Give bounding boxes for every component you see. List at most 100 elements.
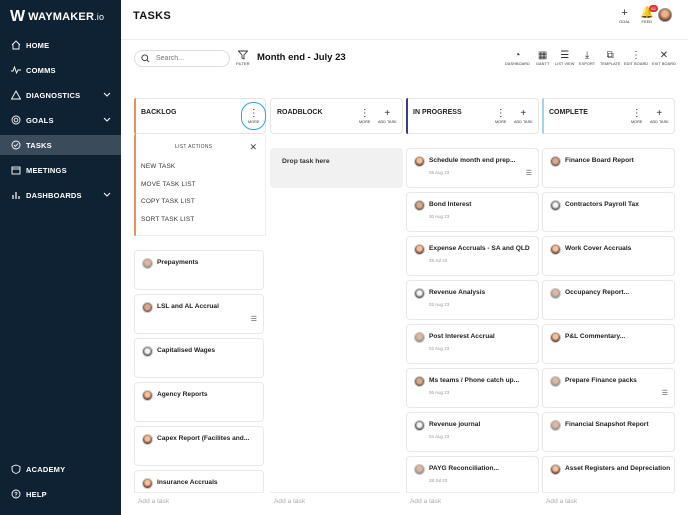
avatar: [414, 288, 425, 299]
add-task-input[interactable]: Add a task: [270, 492, 400, 510]
filter-button[interactable]: FILTER: [236, 50, 249, 66]
chevron-down-icon[interactable]: [103, 116, 111, 125]
feed-button[interactable]: 🔔 62 FEED: [640, 5, 658, 24]
sidebar-item-academy[interactable]: ACADEMY: [0, 459, 121, 479]
more-button[interactable]: ⋮ MORE: [495, 108, 506, 124]
search-box[interactable]: [134, 50, 230, 67]
task-title: Occupancy Report...: [565, 289, 630, 296]
gantt-tool[interactable]: ▦ GANTT: [536, 50, 549, 66]
more-button[interactable]: ⋮ MORE: [631, 108, 642, 124]
task-card[interactable]: Finance Board Report: [542, 148, 675, 188]
task-date: 28 Jul 23: [429, 258, 448, 263]
task-card[interactable]: PAYG Reconciliation... 28 Jul 23: [406, 456, 539, 494]
pulse-icon: [10, 64, 22, 76]
add-task-button[interactable]: + ADD TASK: [650, 108, 669, 124]
exit-board-tool[interactable]: ✕ EXIT BOARD: [652, 50, 676, 66]
avatar: [550, 420, 561, 431]
avatar: [142, 302, 153, 313]
chevron-down-icon[interactable]: [103, 91, 111, 100]
sidebar-item-home[interactable]: HOME: [0, 35, 121, 55]
user-avatar[interactable]: [658, 8, 672, 22]
avatar: [414, 332, 425, 343]
task-card[interactable]: Prepare Finance packs ☰: [542, 368, 675, 408]
avatar: [550, 376, 561, 387]
task-card[interactable]: LSL and AL Accrual ☰: [134, 294, 264, 334]
list-view-tool[interactable]: ☰ LIST VIEW: [555, 50, 575, 66]
task-card[interactable]: Expense Accruals - SA and QLD 28 Jul 23: [406, 236, 539, 276]
add-task-button[interactable]: + ADD TASK: [514, 108, 533, 124]
tool-label: EDIT BOARD: [624, 62, 649, 66]
add-task-input[interactable]: Add a task: [134, 492, 264, 510]
task-title: Schedule month end prep...: [429, 157, 516, 164]
export-tool[interactable]: ⤓ EXPORT: [579, 50, 595, 66]
task-card[interactable]: Work Cover Accruals: [542, 236, 675, 276]
menu-item-move-task-list[interactable]: MOVE TASK LIST: [141, 181, 196, 188]
task-card[interactable]: Contractors Payroll Tax: [542, 192, 675, 232]
task-card[interactable]: Bond Interest 30 Aug 23: [406, 192, 539, 232]
logo-mark: W: [10, 8, 25, 25]
search-icon: [141, 50, 150, 68]
task-title: Prepare Finance packs: [565, 377, 637, 384]
menu-item-copy-task-list[interactable]: COPY TASK LIST: [141, 198, 195, 205]
task-card[interactable]: Occupancy Report...: [542, 280, 675, 320]
sidebar-item-diagnostics[interactable]: DIAGNOSTICS: [0, 85, 121, 105]
avatar: [414, 376, 425, 387]
task-title: Expense Accruals - SA and QLD: [429, 245, 530, 252]
task-card[interactable]: Schedule month end prep... 05 Aug 23 ☰: [406, 148, 539, 188]
sidebar-item-dashboards[interactable]: DASHBOARDS: [0, 185, 121, 205]
target-icon: [10, 114, 22, 126]
task-card[interactable]: Prepayments: [134, 250, 264, 290]
menu-item-new-task[interactable]: NEW TASK: [141, 163, 175, 170]
menu-item-sort-task-list[interactable]: SORT TASK LIST: [141, 216, 194, 223]
add-task-input[interactable]: Add a task: [406, 492, 536, 510]
dashboard-tool[interactable]: ◔ DASHBOARD: [505, 50, 530, 66]
sidebar-item-comms[interactable]: COMMS: [0, 60, 121, 80]
avatar: [142, 346, 153, 357]
avatar: [414, 420, 425, 431]
edit-board-tool[interactable]: ⋮ EDIT BOARD: [624, 50, 648, 66]
task-card[interactable]: Post Interest Accrual 02 Aug 23: [406, 324, 539, 364]
add-task-input[interactable]: Add a task: [542, 492, 672, 510]
search-input[interactable]: [156, 55, 226, 62]
sidebar-item-tasks[interactable]: TASKS: [0, 135, 121, 155]
sidebar-item-meetings[interactable]: MEETINGS: [0, 160, 121, 180]
task-card[interactable]: Revenue journal 04 Aug 23: [406, 412, 539, 452]
sidebar-item-label: DIAGNOSTICS: [26, 90, 81, 100]
chevron-down-icon[interactable]: [103, 191, 111, 200]
template-tool[interactable]: ⧉ TEMPLATE: [600, 50, 621, 66]
sidebar-item-goals[interactable]: GOALS: [0, 110, 121, 130]
task-card[interactable]: Financial Snapshot Report: [542, 412, 675, 452]
help-icon: ?: [10, 488, 22, 500]
filter-icon: [237, 50, 249, 61]
task-card[interactable]: Ms teams / Phone catch up... 06 Aug 23: [406, 368, 539, 408]
close-icon[interactable]: ✕: [249, 142, 257, 153]
column-header-roadblock: ROADBLOCK ⋮ MORE + ADD TASK: [270, 98, 403, 134]
avatar: [142, 390, 153, 401]
sidebar-item-label: HELP: [26, 489, 47, 499]
task-title: Finance Board Report: [565, 157, 634, 164]
drop-zone[interactable]: Drop task here: [270, 148, 403, 188]
task-card[interactable]: Asset Registers and Depreciation: [542, 456, 675, 494]
task-card[interactable]: Revenue Analysis 02 Aug 23: [406, 280, 539, 320]
goal-button[interactable]: + GOAL: [619, 7, 630, 24]
waymaker-logo[interactable]: W WAYMAKER.io: [10, 8, 104, 26]
task-card[interactable]: Capitalised Wages: [134, 338, 264, 378]
task-title: Bond Interest: [429, 201, 472, 208]
task-card[interactable]: Capex Report (Facilites and...: [134, 426, 264, 466]
feed-badge: 62: [649, 5, 658, 12]
avatar: [550, 156, 561, 167]
sidebar-item-label: HOME: [26, 40, 50, 50]
column-accent-backlog: [134, 98, 136, 134]
more-button[interactable]: ⋮ MORE: [359, 108, 370, 124]
task-card[interactable]: Agency Reports: [134, 382, 264, 422]
drop-zone-text: Drop task here: [282, 158, 330, 165]
column-name: ROADBLOCK: [277, 109, 323, 116]
sidebar-item-label: ACADEMY: [26, 464, 66, 474]
plus-icon: +: [520, 108, 527, 119]
task-card[interactable]: P&L Commentary...: [542, 324, 675, 364]
calendar-icon: ▦: [537, 50, 548, 61]
more-vertical-icon: ⋮: [359, 108, 370, 119]
sidebar-item-help[interactable]: ? HELP: [0, 484, 121, 504]
task-card[interactable]: Insurance Accruals: [134, 470, 264, 494]
add-task-button[interactable]: + ADD TASK: [378, 108, 397, 124]
